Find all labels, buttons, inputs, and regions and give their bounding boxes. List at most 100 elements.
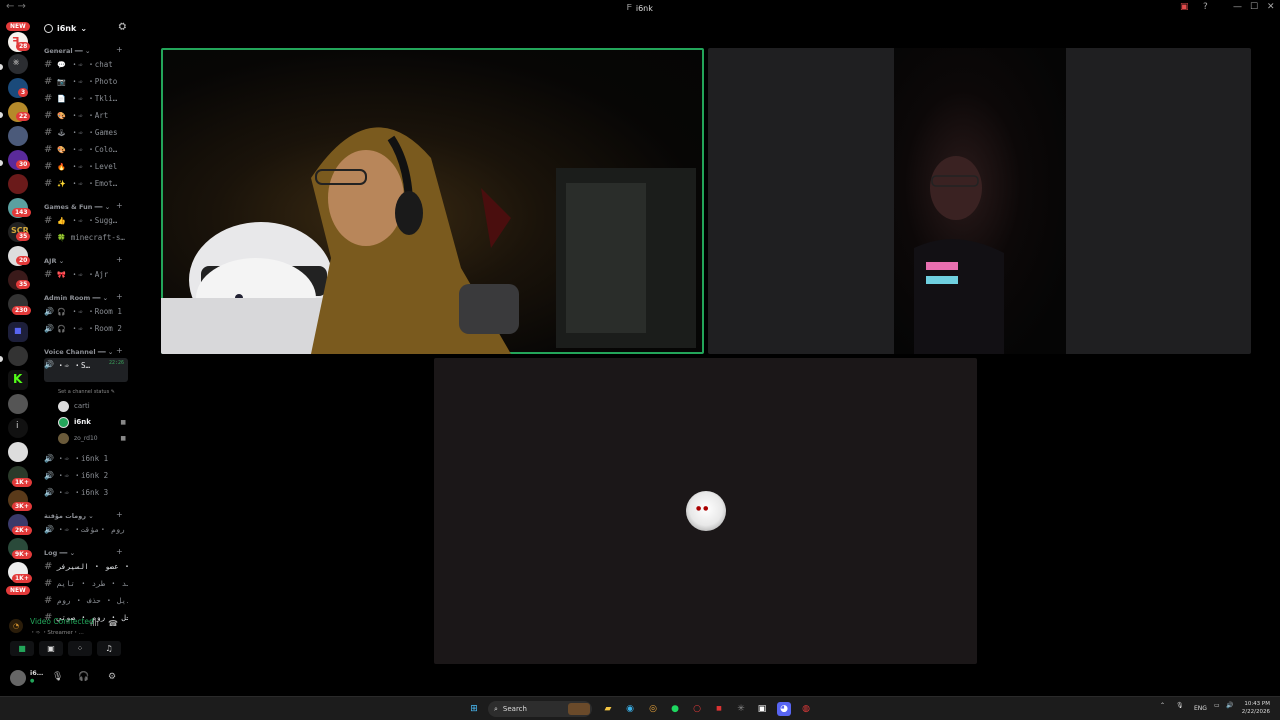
category-ajr[interactable]: AJR ⌄ [44, 257, 64, 265]
spotify-icon[interactable]: ● [668, 702, 682, 716]
channel-i6nk1[interactable]: 🔊 ・➾ ・i6nk 1 [44, 451, 128, 466]
minimize-icon[interactable]: — [1233, 2, 1242, 12]
signal-icon[interactable]: ◔ [9, 619, 23, 633]
opera-icon[interactable]: ○ [690, 702, 704, 716]
headphones-icon[interactable]: 🎧 [78, 672, 89, 682]
username[interactable]: i6… [30, 669, 43, 677]
channel-art[interactable]: # 🎨 ・➾ ・Art [44, 108, 128, 123]
discord-icon[interactable]: ◕ [777, 702, 791, 716]
language-indicator[interactable]: ENG [1194, 705, 1207, 712]
add-channel-icon[interactable]: + [116, 292, 123, 301]
category-general[interactable]: General ━━ ⌄ [44, 47, 90, 55]
voice-user[interactable]: zo_rd10 ■ [58, 431, 128, 445]
server-badge: 30 [16, 160, 31, 169]
channel-level[interactable]: # 🔥 ・➾ ・Level [44, 159, 128, 174]
chrome-icon[interactable]: ◎ [646, 702, 660, 716]
server-icon[interactable] [8, 126, 28, 146]
media-app-icon[interactable]: ▣ [755, 702, 769, 716]
video-tile-camera-off[interactable]: ● ● [434, 358, 977, 664]
add-channel-icon[interactable]: + [116, 346, 123, 355]
channel-colors[interactable]: # 🎨 ・➾ ・Colo… [44, 142, 128, 157]
channel-temp-room[interactable]: 🔊 ・➾ ・روم ・مؤقت [44, 522, 128, 537]
store-icon[interactable]: ■ [712, 702, 726, 716]
gear-icon[interactable]: ⚙ [108, 672, 116, 682]
voice-channel-name[interactable]: ・➾ ・Streamer・… [30, 628, 84, 636]
channel-minecraft[interactable]: # 🍀 minecraft-s… [44, 230, 128, 245]
clock[interactable]: 10:43 PM 2/22/2026 [1242, 700, 1270, 716]
channel-log2[interactable]: #باند ・ طرد ・ تايم [44, 576, 128, 591]
guild-header[interactable]: i6nk ⌄ ⛭ [44, 22, 126, 34]
avatar[interactable] [10, 670, 26, 686]
hash-icon: # [44, 561, 53, 572]
app-icon[interactable]: ◍ [799, 702, 813, 716]
category-admin-room[interactable]: Admin Room ━━ ⌄ [44, 294, 108, 302]
activities-button[interactable]: ⁘ [68, 641, 92, 656]
hash-icon: # [44, 161, 53, 172]
inbox-icon[interactable]: ▣ [1180, 2, 1189, 12]
network-icon[interactable]: ▭ [1214, 702, 1220, 709]
add-channel-icon[interactable]: + [116, 510, 123, 519]
help-icon[interactable]: ? [1203, 2, 1208, 12]
server-icon[interactable]: ⨳ [8, 54, 28, 74]
close-icon[interactable]: ✕ [1267, 2, 1275, 12]
channel-i6nk2[interactable]: 🔊 ・➾ ・i6nk 2 [44, 468, 128, 483]
volume-icon[interactable]: 🔊 [1226, 702, 1233, 709]
voice-user[interactable]: i6nk ■ [58, 415, 128, 429]
voice-status[interactable]: Video Connected [30, 617, 94, 626]
server-icon[interactable] [8, 346, 28, 366]
page-icon: 📄 [57, 94, 66, 103]
tray-expand-icon[interactable]: ⌃ [1160, 702, 1165, 709]
speaker-icon: 🔊 [44, 307, 54, 316]
channel-games[interactable]: # 🕹 ・➾ ・Games [44, 125, 128, 140]
channel-log3[interactable]: #تعديل ・ حذف ・ روم [44, 593, 128, 608]
microphone-icon[interactable]: 🎙 [1176, 702, 1184, 709]
search-placeholder: Search [502, 705, 527, 713]
server-icon[interactable]: i [8, 418, 28, 438]
maximize-icon[interactable]: ☐ [1250, 2, 1258, 12]
channel-chat[interactable]: # 💬 ・➾ ・chat [44, 57, 128, 72]
back-arrow-icon[interactable]: ← → [6, 1, 26, 12]
category-voice-channels[interactable]: Voice Channel ━━ ⌄ [44, 348, 113, 356]
add-channel-icon[interactable]: + [116, 547, 123, 556]
server-icon[interactable]: K [8, 370, 28, 390]
sparkle-app-icon[interactable]: ✳ [734, 702, 748, 716]
screen-share-button[interactable]: ▣ [39, 641, 63, 656]
video-tile-participant[interactable] [708, 48, 1251, 354]
channel-tklil[interactable]: # 📄 ・➾ ・Tkli… [44, 91, 128, 106]
noise-suppression-icon[interactable]: ıllı [90, 619, 99, 628]
video-tile-main[interactable] [161, 48, 704, 354]
channel-ajr[interactable]: # 🎀 ・➾ ・Ajr [44, 267, 128, 282]
category-temp-rooms[interactable]: رومات مؤقتة ⌄ [44, 512, 94, 520]
server-icon[interactable] [8, 394, 28, 414]
search-box[interactable]: ⌕ Search [488, 701, 592, 717]
channel-photo[interactable]: # 📷 ・➾ ・Photo [44, 74, 128, 89]
add-channel-icon[interactable]: + [116, 255, 123, 264]
soundboard-button[interactable]: ♫ [97, 641, 121, 656]
microphone-icon[interactable]: 🎙 [52, 672, 63, 682]
category-log[interactable]: Log ━━ ⌄ [44, 549, 75, 557]
disconnect-icon[interactable]: ☎ [108, 619, 118, 628]
server-icon[interactable] [8, 442, 28, 462]
windows-start-icon[interactable]: ⊞ [467, 702, 481, 716]
channel-room2[interactable]: 🔊 🎧 ・➾ ・Room 2 [44, 321, 128, 336]
channel-streamer-active[interactable]: 🔊 ・➾ ・S… 22:26 [44, 358, 128, 382]
camera-icon: ■ [120, 434, 126, 442]
server-folder-icon[interactable]: ■ [8, 322, 28, 342]
channel-log1[interactable]: #سجل ・ عضو ・ السيرفر [44, 559, 128, 574]
file-explorer-icon[interactable]: ▰ [601, 702, 615, 716]
add-channel-icon[interactable]: + [116, 201, 123, 210]
server-badge: 9K+ [12, 550, 32, 559]
channel-status-hint[interactable]: Set a channel status ✎ [58, 389, 115, 395]
channel-suggest[interactable]: # 👍 ・➾ ・Sugg… [44, 213, 128, 228]
add-member-icon[interactable]: ⛭ [119, 22, 126, 32]
server-icon[interactable] [8, 174, 28, 194]
channel-room1[interactable]: 🔊 🎧 ・➾ ・Room 1 [44, 304, 128, 319]
category-games-fun[interactable]: Games & Fun ━━ ⌄ [44, 203, 110, 211]
voice-user[interactable]: carti [58, 399, 128, 413]
add-channel-icon[interactable]: + [116, 45, 123, 54]
server-list: NEW ꟻ 28 ⨳ 3 22 30 143 SCR 35 20 35 230 … [0, 16, 36, 696]
channel-i6nk3[interactable]: 🔊 ・➾ ・i6nk 3 [44, 485, 128, 500]
camera-button[interactable]: ■ [10, 641, 34, 656]
channel-emoji[interactable]: # ✨ ・➾ ・Emot… [44, 176, 128, 191]
edge-icon[interactable]: ◉ [623, 702, 637, 716]
